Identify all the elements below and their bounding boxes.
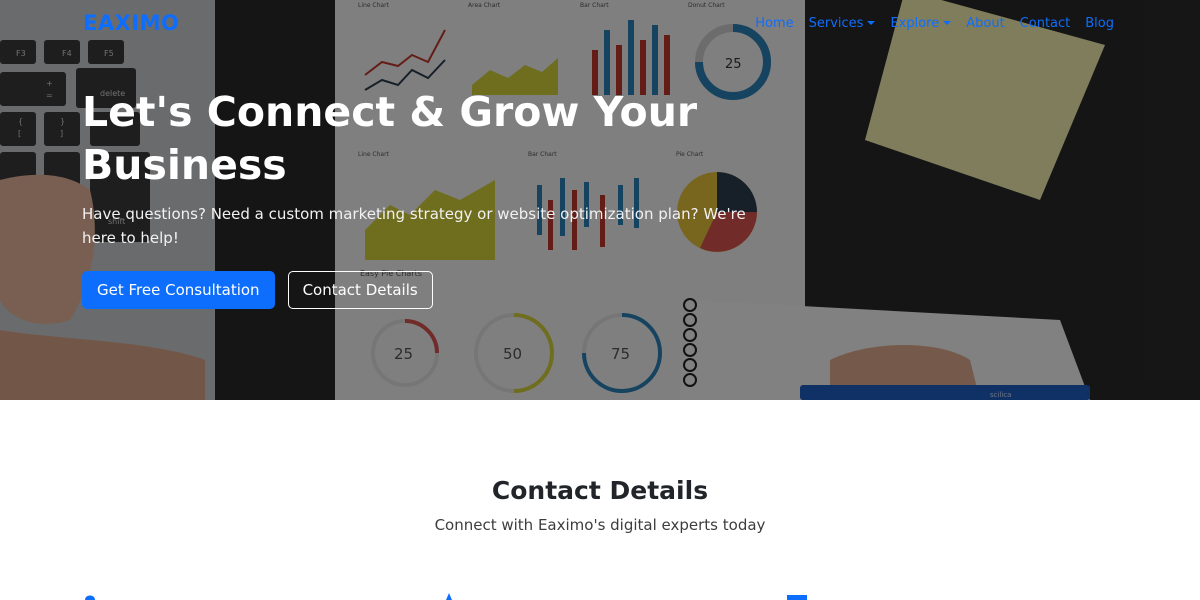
map-marker-icon <box>85 595 95 600</box>
nav-link-contact[interactable]: Contact <box>1020 16 1071 31</box>
contact-details-button[interactable]: Contact Details <box>287 271 433 309</box>
nav-link-about-label: About <box>966 15 1005 31</box>
contact-section: Contact Details Connect with Eaximo's di… <box>0 400 1200 600</box>
hero-title: Let's Connect & Grow Your Business <box>82 86 782 192</box>
navbar: EAXIMO Home Services Explore About Conta… <box>0 0 1200 46</box>
contact-section-subtitle: Connect with Eaximo's digital experts to… <box>434 516 766 534</box>
nav-item-services: Services <box>809 16 876 31</box>
nav-menu: Home Services Explore About Contact Blog <box>755 16 1114 31</box>
brand-logo[interactable]: EAXIMO <box>83 11 179 35</box>
phone-icon <box>446 593 452 600</box>
nav-link-blog-label: Blog <box>1085 15 1114 31</box>
nav-item-blog: Blog <box>1085 16 1114 31</box>
nav-link-services[interactable]: Services <box>809 16 876 31</box>
nav-link-services-label: Services <box>808 15 864 31</box>
nav-link-home[interactable]: Home <box>755 16 793 31</box>
hero-title-line-1: Let's Connect & Grow Your <box>82 88 698 136</box>
nav-link-home-label: Home <box>755 15 794 31</box>
nav-link-blog[interactable]: Blog <box>1085 16 1114 31</box>
nav-link-about[interactable]: About <box>966 16 1004 31</box>
contact-section-title: Contact Details <box>491 476 709 505</box>
nav-link-contact-label: Contact <box>1019 15 1071 31</box>
envelope-icon <box>787 595 807 600</box>
hero-content: Let's Connect & Grow Your Business Have … <box>82 86 782 309</box>
nav-item-contact: Contact <box>1020 16 1071 31</box>
hero-section: F3 F4 F5 delete + = { [ } ] shift Line C… <box>0 0 1200 400</box>
get-free-consultation-button[interactable]: Get Free Consultation <box>82 271 275 309</box>
hero-subtitle: Have questions? Need a custom marketing … <box>82 205 746 247</box>
caret-down-icon <box>867 21 876 25</box>
hero-button-group: Get Free Consultation Contact Details <box>82 271 782 309</box>
nav-item-explore: Explore <box>890 15 952 31</box>
nav-link-explore[interactable]: Explore <box>890 15 952 31</box>
hero-title-line-2: Business <box>82 141 287 189</box>
nav-item-home: Home <box>755 16 793 31</box>
nav-item-about: About <box>966 16 1004 31</box>
caret-down-icon <box>943 21 952 25</box>
nav-link-explore-label: Explore <box>890 15 940 31</box>
